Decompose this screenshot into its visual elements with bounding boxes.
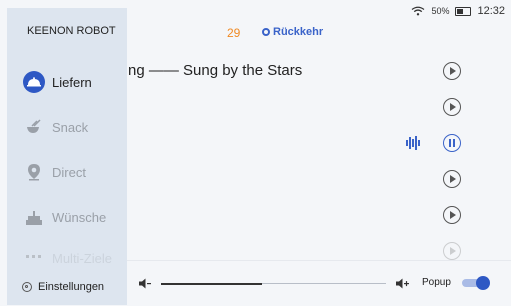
play-icon[interactable] [443,170,461,188]
status-bar: 50% 12:32 [411,0,511,22]
battery-icon [455,6,472,16]
grid-icon [25,249,43,267]
volume-down-icon[interactable] [139,278,151,289]
sidebar: KEENON ROBOT Liefern Snack Direct Wünsch… [7,8,127,305]
sidebar-item-direct[interactable]: Direct [7,154,127,190]
cloche-icon [23,71,45,93]
sidebar-item-label: Direct [52,164,86,180]
wifi-icon [412,6,425,16]
popup-toggle-knob [476,276,490,290]
settings-button[interactable]: Einstellungen [22,281,104,293]
player-bar: Popup [127,260,511,306]
play-icon[interactable] [443,206,461,224]
popup-toggle[interactable] [462,276,490,290]
volume-slider[interactable] [161,282,386,285]
pause-icon[interactable] [443,134,461,152]
song-title: ng —— Sung by the Stars [128,62,303,79]
sidebar-item-label: Liefern [52,74,92,90]
sidebar-item-label: Snack [52,119,89,135]
play-icon[interactable] [443,98,461,116]
return-icon [262,28,270,36]
sidebar-item-multi-ziele[interactable]: Multi-Ziele [7,240,127,276]
sidebar-item-liefern[interactable]: Liefern [7,64,127,100]
cake-icon [25,208,43,226]
sound-wave-icon [406,135,420,151]
gear-icon [22,282,32,292]
settings-label: Einstellungen [38,281,105,293]
battery-percent: 50% [431,6,450,16]
popup-label: Popup [422,277,451,288]
sidebar-item-wuensche[interactable]: Wünsche [7,199,127,235]
snack-icon [25,118,43,136]
clock-time: 12:32 [477,5,505,17]
sidebar-item-label: Multi-Ziele [52,250,112,266]
task-count: 29 [227,26,241,40]
play-icon[interactable] [443,62,461,80]
sidebar-item-snack[interactable]: Snack [7,109,127,145]
brand-label: KEENON ROBOT [27,25,116,37]
location-pin-icon [25,163,43,181]
return-label: Rückkehr [273,26,324,38]
return-button[interactable]: Rückkehr [262,26,323,38]
play-icon[interactable] [443,242,461,260]
sidebar-item-label: Wünsche [52,209,107,225]
volume-up-icon[interactable] [396,278,410,289]
volume-slider-fill [161,282,263,285]
